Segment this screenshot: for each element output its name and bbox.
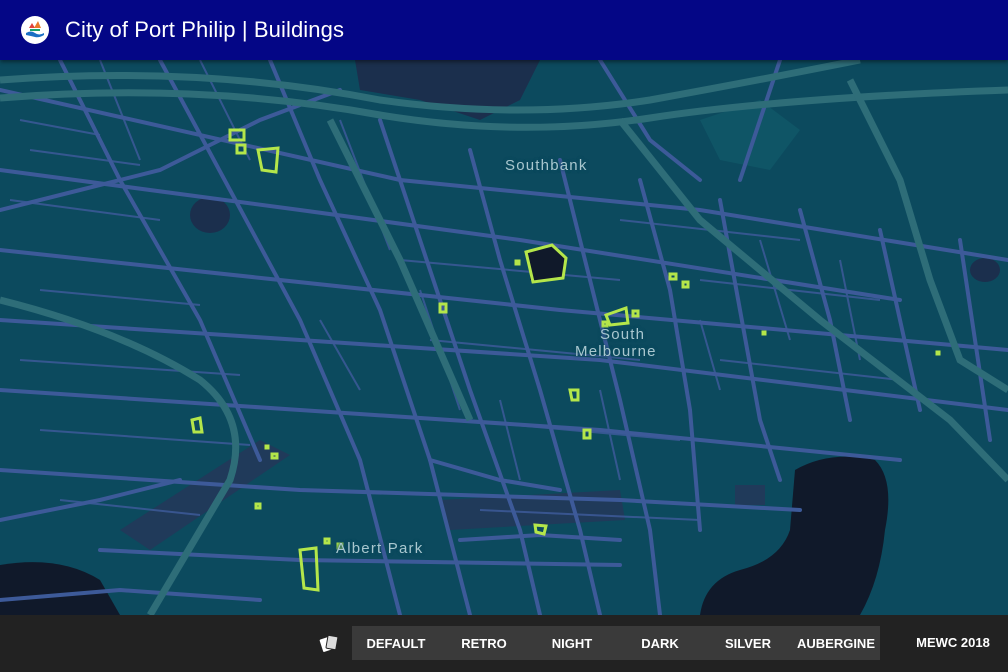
map-label-south-melbourne-line2: Melbourne bbox=[575, 343, 657, 360]
map-label-albert-park: Albert Park bbox=[336, 540, 424, 557]
style-retro-button[interactable]: RETRO bbox=[440, 626, 528, 660]
city-logo-icon bbox=[21, 16, 49, 44]
app-header: City of Port Philip | Buildings bbox=[0, 0, 1008, 60]
map-canvas[interactable]: Southbank South Melbourne Albert Park bbox=[0, 60, 1008, 615]
credit-label: MEWC 2018 bbox=[916, 635, 990, 650]
map-layer bbox=[0, 60, 1008, 615]
app-title: City of Port Philip | Buildings bbox=[65, 17, 345, 42]
style-dark-button[interactable]: DARK bbox=[616, 626, 704, 660]
style-night-button[interactable]: NIGHT bbox=[528, 626, 616, 660]
style-silver-button[interactable]: SILVER bbox=[704, 626, 792, 660]
building-footprint bbox=[524, 243, 568, 284]
style-aubergine-button[interactable]: AUBERGINE bbox=[792, 626, 880, 660]
map-label-southbank: Southbank bbox=[505, 157, 588, 174]
style-default-button[interactable]: DEFAULT bbox=[352, 626, 440, 660]
map-label-south-melbourne-line1: South bbox=[600, 326, 646, 343]
map-style-switcher: DEFAULT RETRO NIGHT DARK SILVER AUBERGIN… bbox=[352, 626, 880, 660]
map-style-cards-icon bbox=[318, 632, 340, 654]
park-area bbox=[190, 197, 230, 233]
